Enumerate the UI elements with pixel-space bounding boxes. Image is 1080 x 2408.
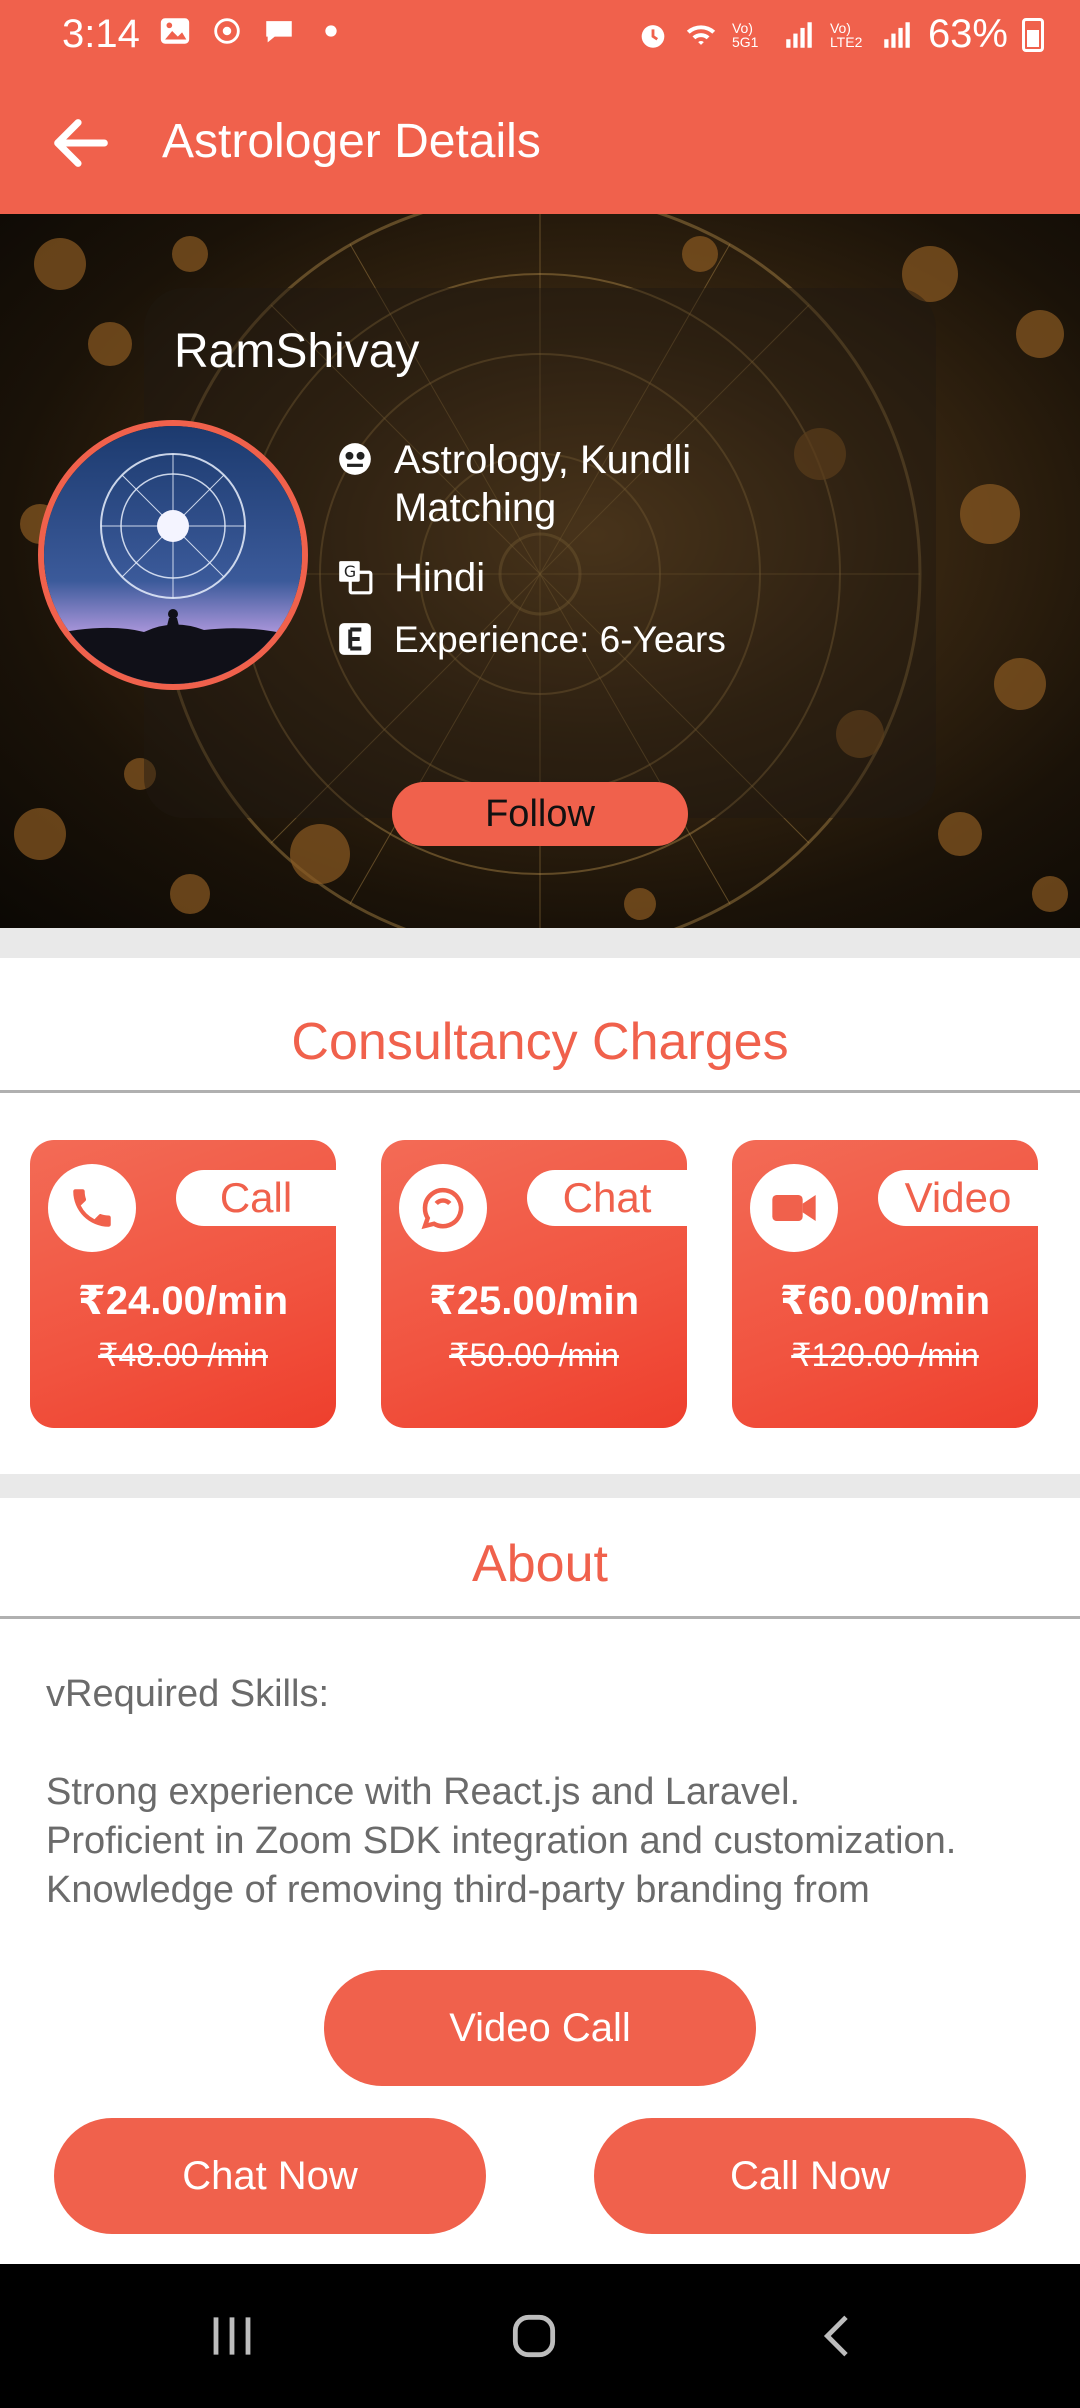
about-divider [0,1616,1080,1619]
section-separator [0,928,1080,958]
status-time: 3:14 [62,12,140,56]
call-price: ₹24.00/min [77,1279,289,1323]
chat-price: ₹25.00/min [428,1279,640,1323]
page-title: Astrologer Details [162,115,541,168]
call-label: Call [176,1170,336,1226]
video-camera-icon [750,1164,838,1252]
call-old-price: ₹48.00 /min [98,1337,268,1373]
call-now-button[interactable]: Call Now [594,2118,1026,2234]
experience-row: Experience: 6-Years [336,616,726,664]
svg-text:G: G [344,562,356,581]
wifi-icon [686,24,716,45]
app-bar: Astrologer Details [0,70,1080,214]
about-title: About [472,1535,608,1593]
about-text[interactable]: vRequired Skills: Strong experience with… [46,1670,1046,1940]
signal-1-icon [786,21,812,48]
skills-row: Astrology, Kundli Matching [336,436,896,532]
chat-label: Chat [527,1170,687,1226]
language-row: G Hindi [336,554,485,602]
network-2-label: Vo) LTE2 [829,19,863,50]
signal-2-icon [884,21,910,48]
gallery-icon [160,18,190,44]
translate-icon: G [339,561,373,595]
astrologer-name: RamShivay [174,325,420,378]
message-icon [266,21,292,43]
chat-icon [399,1164,487,1252]
skills-icon [339,443,371,475]
video-call-button[interactable]: Video Call [324,1970,756,2086]
charges-divider [0,1090,1080,1093]
system-icons: Vo) 5G1 Vo) LTE2 63% [636,12,1044,57]
language-text: Hindi [394,556,486,600]
experience-icon [339,623,371,655]
charges-title: Consultancy Charges [291,1013,789,1071]
phone-icon [48,1164,136,1252]
home-icon[interactable] [502,2304,566,2368]
battery-icon [1022,17,1044,52]
battery-percent: 63% [927,12,1008,56]
avatar [38,420,308,690]
video-charge-card[interactable]: Video ₹60.00/min ₹120.00 /min [732,1140,1038,1428]
network-1-label: Vo) 5G1 [731,19,759,50]
call-charge-card[interactable]: Call ₹24.00/min ₹48.00 /min [30,1140,336,1428]
skills-text: Astrology, Kundli Matching [394,438,692,530]
chat-now-button[interactable]: Chat Now [54,2118,486,2234]
notification-icons [158,14,348,48]
back-arrow-icon[interactable] [46,108,116,178]
system-nav-bar [0,2264,1080,2408]
profile-hero: RamShivay Astrology, Kundli Matching G H… [0,214,1080,928]
avatar-zodiac-image [44,426,302,684]
chat-old-price: ₹50.00 /min [449,1337,619,1373]
chat-charge-card[interactable]: Chat ₹25.00/min ₹50.00 /min [381,1140,687,1428]
recent-apps-icon[interactable] [200,2304,264,2368]
video-label: Video [878,1170,1038,1226]
alarm-icon [641,24,665,48]
experience-text: Experience: 6-Years [394,619,726,660]
more-notifications-dot-icon [325,25,337,37]
follow-button[interactable]: Follow [392,782,688,846]
video-price: ₹60.00/min [779,1279,991,1323]
video-old-price: ₹120.00 /min [791,1337,979,1373]
back-nav-icon[interactable] [806,2304,870,2368]
app-notification-icon [214,18,240,44]
section-separator [0,1474,1080,1498]
status-bar: 3:14 Vo) 5G1 Vo) LTE2 63% [0,0,1080,70]
